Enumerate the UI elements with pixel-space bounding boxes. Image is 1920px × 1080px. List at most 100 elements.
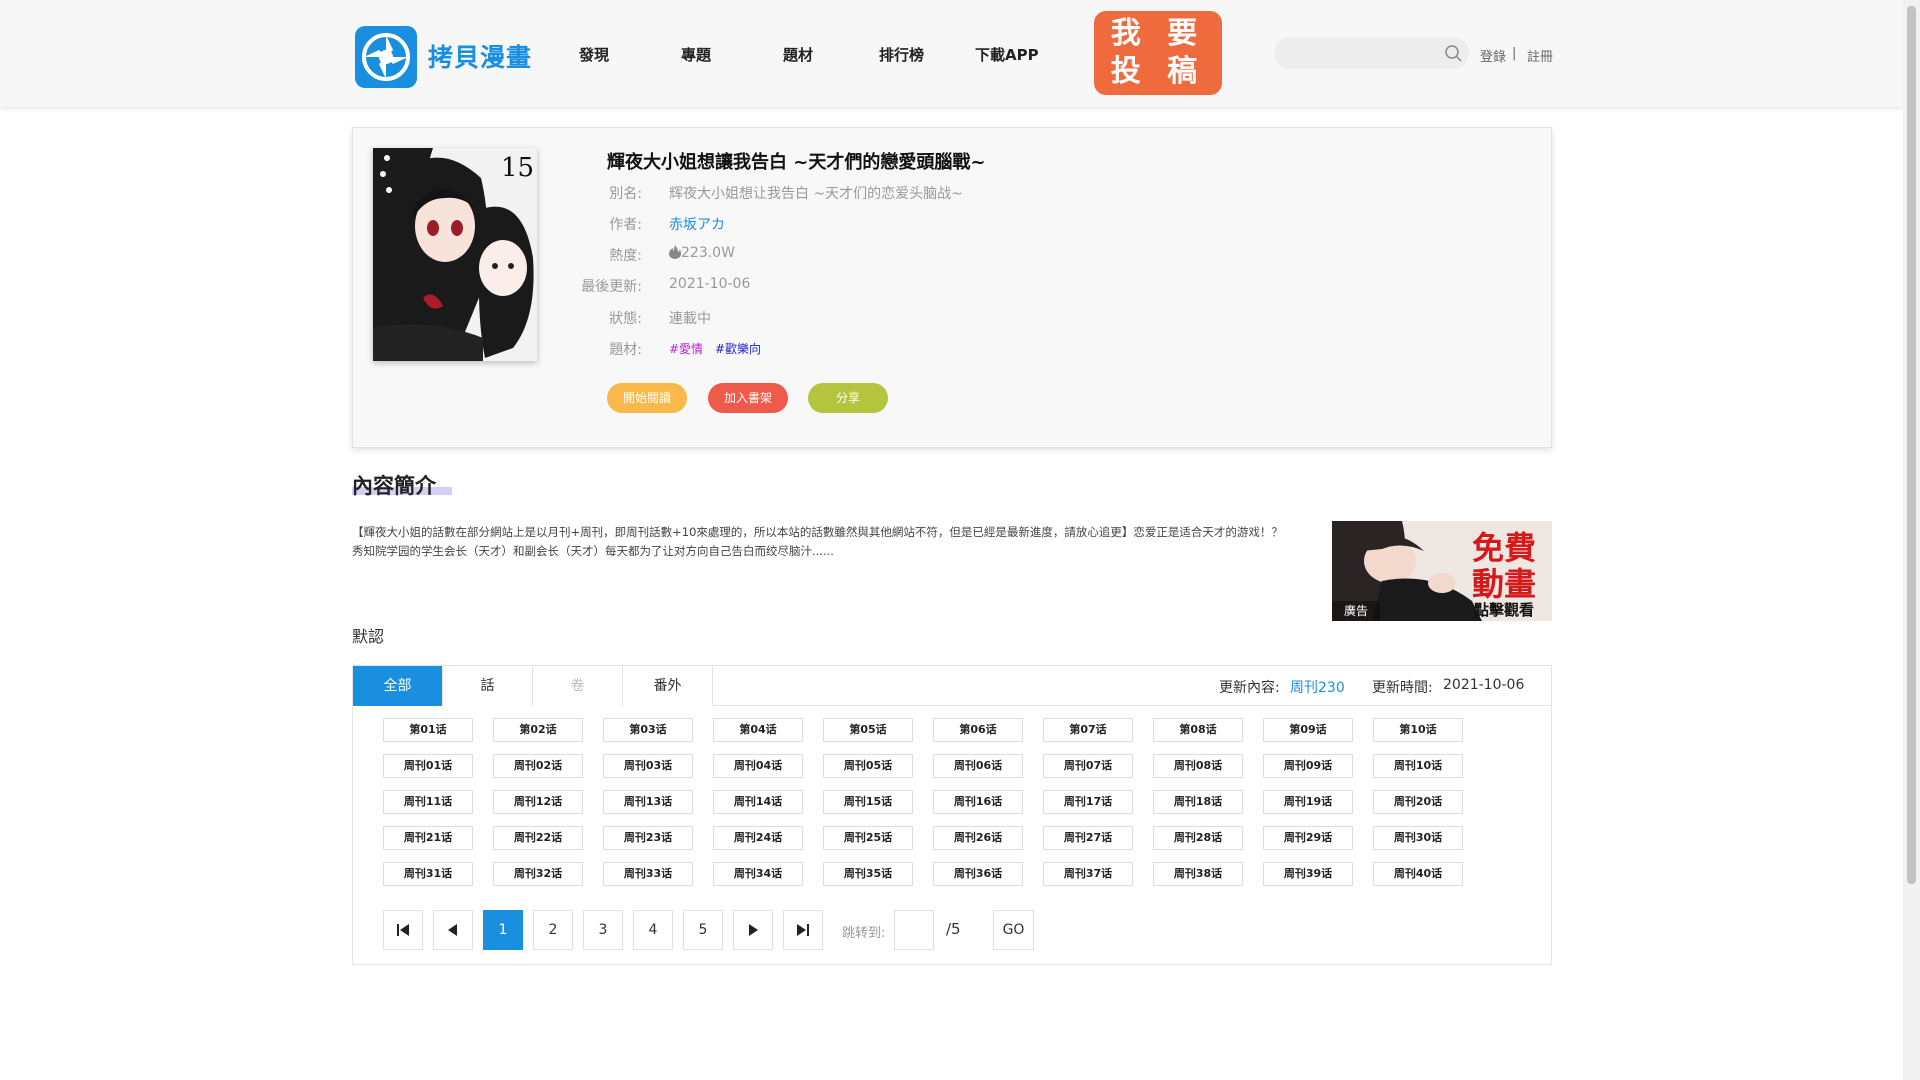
start-reading-button[interactable]: 開始閱讀: [607, 383, 687, 413]
chapter-button[interactable]: 周刊29话: [1263, 826, 1353, 850]
tab-all[interactable]: 全部: [353, 666, 443, 706]
chapter-button[interactable]: 第10话: [1373, 718, 1463, 742]
add-to-shelf-button[interactable]: 加入書架: [708, 383, 788, 413]
submit-line2: 投 稿: [1110, 54, 1206, 89]
chapter-button[interactable]: 周刊34话: [713, 862, 803, 886]
chapter-button[interactable]: 第02话: [493, 718, 583, 742]
chapter-button[interactable]: 周刊25话: [823, 826, 913, 850]
page-3-button[interactable]: 3: [583, 910, 623, 950]
nav-download-app[interactable]: 下載APP: [975, 44, 1039, 65]
login-link[interactable]: 登錄: [1480, 46, 1506, 65]
jump-page-input[interactable]: [894, 910, 934, 950]
heat-number: 223.0W: [681, 245, 735, 261]
chapter-button[interactable]: 周刊33话: [603, 862, 693, 886]
top-header: [0, 0, 1903, 107]
chapter-button[interactable]: 周刊02话: [493, 754, 583, 778]
auth-separator: |: [1512, 46, 1517, 61]
chapter-button[interactable]: 周刊04话: [713, 754, 803, 778]
status-label: 狀態:: [609, 311, 642, 327]
chapter-button[interactable]: 周刊23话: [603, 826, 693, 850]
chapter-button[interactable]: 周刊08话: [1153, 754, 1243, 778]
submit-line1: 我 要: [1110, 16, 1206, 51]
nav-ranking[interactable]: 排行榜: [879, 44, 924, 65]
chapter-button[interactable]: 周刊01话: [383, 754, 473, 778]
update-content-label: 更新內容:: [1219, 680, 1280, 696]
chapter-button[interactable]: 周刊38话: [1153, 862, 1243, 886]
chapter-button[interactable]: 周刊12话: [493, 790, 583, 814]
comic-title: 輝夜大小姐想讓我告白 ~天才們的戀愛頭腦戰~: [607, 152, 986, 173]
first-page-button[interactable]: [383, 910, 423, 950]
chapter-button[interactable]: 周刊09话: [1263, 754, 1353, 778]
chapter-button[interactable]: 第05话: [823, 718, 913, 742]
site-logo[interactable]: [355, 26, 417, 88]
chapter-button[interactable]: 周刊14话: [713, 790, 803, 814]
chapter-button[interactable]: 周刊06话: [933, 754, 1023, 778]
chapter-button[interactable]: 周刊03话: [603, 754, 693, 778]
nav-genres[interactable]: 題材: [783, 44, 813, 65]
update-time-value: 2021-10-06: [1443, 677, 1525, 693]
chapter-button[interactable]: 周刊20话: [1373, 790, 1463, 814]
page-2-button[interactable]: 2: [533, 910, 573, 950]
search-icon[interactable]: [1443, 43, 1463, 63]
chapter-button[interactable]: 周刊22话: [493, 826, 583, 850]
go-button[interactable]: GO: [993, 910, 1034, 950]
chapter-button[interactable]: 周刊37话: [1043, 862, 1133, 886]
submit-work-button[interactable]: 我 要 投 稿: [1094, 11, 1222, 95]
chapter-button[interactable]: 第04话: [713, 718, 803, 742]
last-page-button[interactable]: [783, 910, 823, 950]
page-1-button[interactable]: 1: [483, 910, 523, 950]
chapter-button[interactable]: 周刊27话: [1043, 826, 1133, 850]
tab-episodes[interactable]: 話: [443, 666, 533, 706]
chapter-button[interactable]: 周刊11话: [383, 790, 473, 814]
search-input[interactable]: [1274, 37, 1469, 69]
chapter-button[interactable]: 周刊21话: [383, 826, 473, 850]
chapter-button[interactable]: 周刊24话: [713, 826, 803, 850]
author-link[interactable]: 赤坂アカ: [669, 214, 725, 234]
site-brand[interactable]: 拷貝漫畫: [428, 38, 532, 74]
chapter-button[interactable]: 周刊36话: [933, 862, 1023, 886]
next-page-button[interactable]: [733, 910, 773, 950]
cover-volume-number: 15: [501, 153, 534, 183]
chapter-button[interactable]: 第03话: [603, 718, 693, 742]
intro-title: 內容簡介: [352, 474, 436, 498]
page-5-button[interactable]: 5: [683, 910, 723, 950]
chapter-button[interactable]: 周刊16话: [933, 790, 1023, 814]
tag-comedy[interactable]: #歡樂向: [715, 340, 761, 357]
chapter-button[interactable]: 第08话: [1153, 718, 1243, 742]
chapter-button[interactable]: 周刊19话: [1263, 790, 1353, 814]
tab-volumes[interactable]: 卷: [533, 666, 623, 706]
chapter-button[interactable]: 周刊32话: [493, 862, 583, 886]
chapter-button[interactable]: 周刊31话: [383, 862, 473, 886]
nav-topics[interactable]: 專題: [681, 44, 711, 65]
chapter-button[interactable]: 第07话: [1043, 718, 1133, 742]
chapter-button[interactable]: 周刊13话: [603, 790, 693, 814]
chapter-button[interactable]: 周刊35话: [823, 862, 913, 886]
heat-label: 熱度:: [609, 248, 642, 264]
share-button[interactable]: 分享: [808, 383, 888, 413]
ad-banner[interactable]: 免費 動畫 點擊觀看 廣告: [1332, 521, 1552, 621]
chapter-button[interactable]: 周刊17话: [1043, 790, 1133, 814]
chapter-button[interactable]: 第06话: [933, 718, 1023, 742]
register-link[interactable]: 註冊: [1527, 46, 1553, 65]
chapter-button[interactable]: 周刊28话: [1153, 826, 1243, 850]
chapter-button[interactable]: 周刊05话: [823, 754, 913, 778]
chapter-button[interactable]: 周刊07话: [1043, 754, 1133, 778]
page-4-button[interactable]: 4: [633, 910, 673, 950]
scrollbar-thumb[interactable]: [1907, 6, 1916, 884]
update-time-label: 更新時間:: [1372, 680, 1433, 696]
chapter-button[interactable]: 周刊10话: [1373, 754, 1463, 778]
page-scrollbar[interactable]: [1903, 0, 1920, 1080]
chapter-button[interactable]: 周刊39话: [1263, 862, 1353, 886]
chapter-button[interactable]: 周刊18话: [1153, 790, 1243, 814]
chapter-button[interactable]: 周刊30话: [1373, 826, 1463, 850]
nav-discover[interactable]: 發現: [579, 44, 609, 65]
chapter-button[interactable]: 周刊40话: [1373, 862, 1463, 886]
chapter-button[interactable]: 第09话: [1263, 718, 1353, 742]
chapter-button[interactable]: 第01话: [383, 718, 473, 742]
tab-extras[interactable]: 番外: [623, 666, 713, 706]
update-content-link[interactable]: 周刊230: [1290, 677, 1345, 697]
prev-page-button[interactable]: [433, 910, 473, 950]
chapter-button[interactable]: 周刊15话: [823, 790, 913, 814]
chapter-button[interactable]: 周刊26话: [933, 826, 1023, 850]
tag-romance[interactable]: #愛情: [669, 340, 703, 357]
